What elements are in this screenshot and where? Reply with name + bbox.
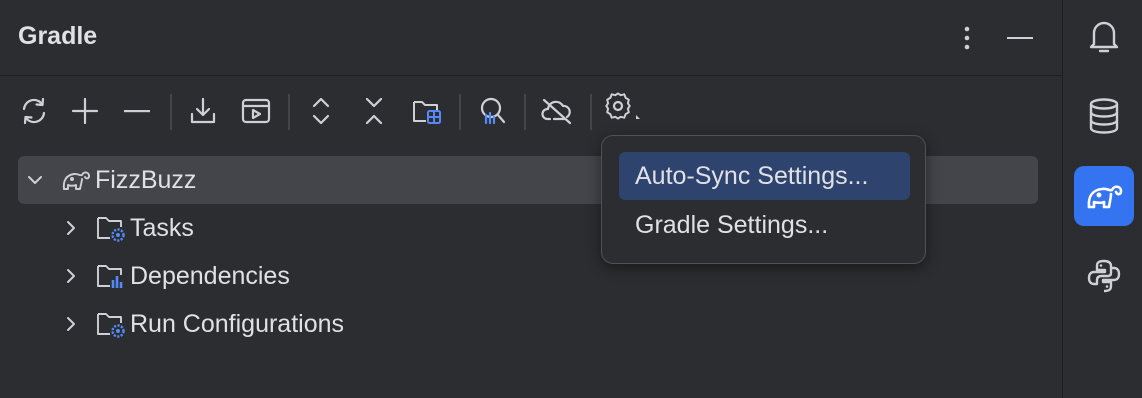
tree-label-tasks: Tasks: [130, 213, 194, 242]
run-task-icon[interactable]: [234, 86, 278, 136]
expand-all-icon[interactable]: [299, 86, 343, 136]
toolbar-separator: [590, 94, 592, 130]
tree-row-run-configurations[interactable]: Run Configurations: [18, 300, 1038, 348]
gradle-tool-window: Gradle FizzBuzz Tasks Dependencies Run C…: [0, 0, 1062, 398]
more-options-icon[interactable]: [949, 20, 985, 56]
toolbar-separator: [170, 94, 172, 130]
python-icon[interactable]: [1074, 246, 1134, 306]
settings-icon[interactable]: [601, 86, 645, 136]
minimize-icon[interactable]: [1002, 20, 1038, 56]
database-icon[interactable]: [1074, 86, 1134, 146]
offline-mode-icon[interactable]: [535, 86, 579, 136]
tree-label-dependencies: Dependencies: [130, 261, 290, 290]
sync-icon[interactable]: [12, 86, 56, 136]
toolbar-separator: [288, 94, 290, 130]
folder-grid-icon[interactable]: [405, 86, 449, 136]
gradle-icon[interactable]: [1074, 166, 1134, 226]
panel-header: Gradle: [0, 0, 1062, 76]
notifications-icon[interactable]: [1074, 6, 1134, 66]
chevron-down-icon[interactable]: [21, 166, 49, 194]
analyze-dependencies-icon[interactable]: [470, 86, 514, 136]
collapse-all-icon[interactable]: [352, 86, 396, 136]
menu-item-gradle-settings[interactable]: Gradle Settings...: [619, 201, 910, 249]
toolbar-separator: [459, 94, 461, 130]
tree-label-fizzbuzz: FizzBuzz: [95, 165, 197, 194]
panel-title: Gradle: [18, 22, 98, 50]
chevron-right-icon[interactable]: [57, 214, 85, 242]
toolbar-separator: [524, 94, 526, 130]
menu-item-auto-sync-settings[interactable]: Auto-Sync Settings...: [619, 152, 910, 200]
settings-dropdown-menu: Auto-Sync Settings... Gradle Settings...: [601, 135, 926, 264]
chevron-right-icon[interactable]: [57, 262, 85, 290]
gradle-elephant-icon: [59, 163, 93, 197]
folder-chart-icon: [94, 259, 128, 293]
folder-gear-icon: [94, 211, 128, 245]
right-tool-stripe: [1062, 0, 1142, 398]
folder-gear-icon: [94, 307, 128, 341]
toolbar: [0, 86, 1062, 136]
tree-label-run-configurations: Run Configurations: [130, 309, 345, 338]
chevron-right-icon[interactable]: [57, 310, 85, 338]
download-sources-icon[interactable]: [181, 86, 225, 136]
remove-icon[interactable]: [115, 86, 159, 136]
add-icon[interactable]: [63, 86, 107, 136]
